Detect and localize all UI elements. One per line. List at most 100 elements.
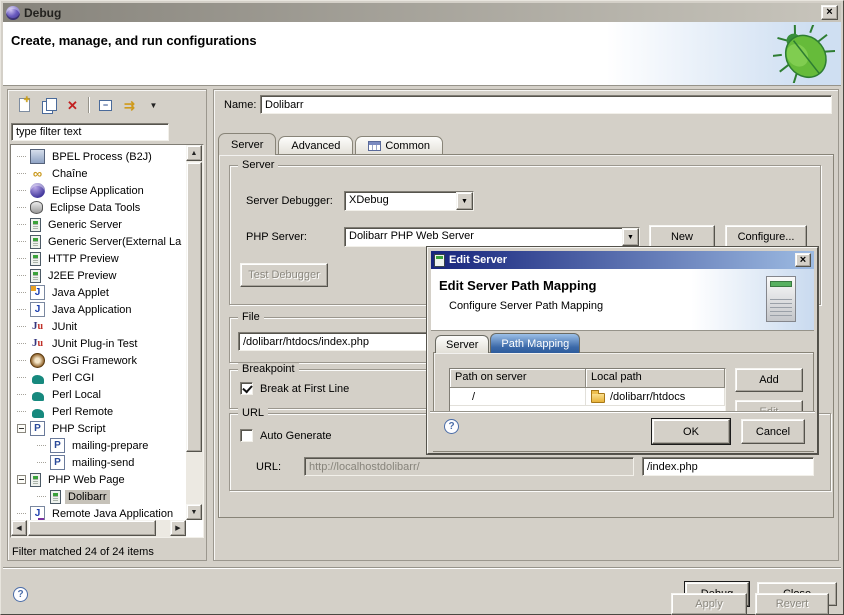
- expander-icon[interactable]: [17, 309, 26, 310]
- config-tree-rows: BPEL Process (B2J) Chaîne Eclipse Applic…: [11, 145, 186, 520]
- duplicate-configuration-icon[interactable]: [40, 97, 57, 113]
- expander-icon[interactable]: [17, 424, 26, 433]
- configure-server-button[interactable]: Configure...: [725, 225, 807, 248]
- url-label: URL:: [256, 461, 281, 473]
- dialog-help-icon[interactable]: ?: [444, 419, 459, 434]
- delete-configuration-icon[interactable]: ✕: [64, 97, 81, 113]
- tree-item[interactable]: Remote Java Application: [11, 505, 186, 520]
- tree-vertical-scrollbar[interactable]: ▲ ▼: [186, 145, 203, 520]
- tree-item[interactable]: PHP Web Page: [11, 471, 186, 488]
- tree-item[interactable]: OSGi Framework: [11, 352, 186, 369]
- tree-item[interactable]: Perl CGI: [11, 369, 186, 386]
- expander-icon[interactable]: [17, 224, 26, 225]
- tab-advanced[interactable]: Advanced: [278, 136, 353, 155]
- tree-item[interactable]: Perl Remote: [11, 403, 186, 420]
- expander-icon[interactable]: [17, 475, 26, 484]
- filter-menu-caret-icon[interactable]: ▼: [145, 97, 162, 113]
- tree-item[interactable]: Chaîne: [11, 165, 186, 182]
- test-debugger-button[interactable]: Test Debugger: [240, 263, 328, 287]
- name-input[interactable]: Dolibarr: [260, 95, 832, 114]
- scroll-up-icon[interactable]: ▲: [186, 145, 202, 161]
- edit-server-titlebar[interactable]: Edit Server ×: [431, 251, 814, 269]
- expander-icon[interactable]: [17, 411, 26, 412]
- column-local-path[interactable]: Local path: [586, 369, 725, 388]
- tree-item[interactable]: Eclipse Data Tools: [11, 199, 186, 216]
- filter-input[interactable]: type filter text: [11, 123, 169, 141]
- expander-icon[interactable]: [37, 496, 46, 497]
- tree-item[interactable]: JUnit Plug-in Test: [11, 335, 186, 352]
- new-configuration-icon[interactable]: +: [16, 97, 33, 113]
- break-first-line-checkbox[interactable]: [240, 382, 253, 395]
- tree-item[interactable]: mailing-prepare: [11, 437, 186, 454]
- dropdown-arrow-icon[interactable]: ▼: [456, 192, 473, 210]
- column-path-on-server[interactable]: Path on server: [450, 369, 586, 388]
- expander-icon[interactable]: [17, 292, 26, 293]
- expander-icon[interactable]: [17, 190, 26, 191]
- php-icon: [30, 421, 45, 436]
- scroll-left-icon[interactable]: ◀: [11, 520, 27, 536]
- tree-item[interactable]: Generic Server(External La: [11, 233, 186, 250]
- add-mapping-button[interactable]: Add: [735, 368, 803, 392]
- new-server-button[interactable]: New: [649, 225, 715, 248]
- server-debugger-select[interactable]: XDebug ▼: [344, 191, 474, 211]
- revert-button[interactable]: Revert: [755, 593, 829, 615]
- path-mapping-table[interactable]: Path on server Local path / /dolibarr/ht…: [449, 368, 726, 414]
- expander-icon[interactable]: [17, 326, 26, 327]
- scroll-right-icon[interactable]: ▶: [170, 520, 186, 536]
- expander-icon[interactable]: [17, 173, 26, 174]
- ok-button[interactable]: OK: [652, 419, 730, 444]
- window-close-button[interactable]: ×: [821, 5, 838, 20]
- server-icon: [30, 269, 41, 283]
- tree-item[interactable]: Generic Server: [11, 216, 186, 233]
- edit-server-close-button[interactable]: ×: [795, 253, 811, 267]
- expander-icon[interactable]: [17, 207, 26, 208]
- expander-icon[interactable]: [17, 513, 26, 514]
- expander-icon[interactable]: [37, 445, 46, 446]
- tree-item[interactable]: PHP Script: [11, 420, 186, 437]
- expander-icon[interactable]: [17, 258, 26, 259]
- tree-item[interactable]: Perl Local: [11, 386, 186, 403]
- window-titlebar[interactable]: Debug ×: [3, 3, 841, 22]
- mapping-table-row[interactable]: / /dolibarr/htdocs: [450, 388, 725, 406]
- tab-path-mapping[interactable]: Path Mapping: [490, 333, 580, 353]
- tree-item[interactable]: Eclipse Application: [11, 182, 186, 199]
- tree-item[interactable]: Java Applet: [11, 284, 186, 301]
- cancel-button[interactable]: Cancel: [741, 419, 805, 444]
- mapping-table-header: Path on server Local path: [450, 369, 725, 388]
- tree-item[interactable]: J2EE Preview: [11, 267, 186, 284]
- tree-item-label: mailing-send: [69, 456, 137, 470]
- filter-configurations-icon[interactable]: ⇉: [121, 97, 138, 113]
- expander-icon[interactable]: [17, 377, 26, 378]
- dropdown-arrow-icon[interactable]: ▼: [622, 228, 639, 246]
- expander-icon[interactable]: [37, 462, 46, 463]
- tree-item[interactable]: BPEL Process (B2J): [11, 148, 186, 165]
- expander-icon[interactable]: [17, 241, 26, 242]
- edit-server-tabs: Server Path Mapping: [435, 333, 581, 353]
- tab-server[interactable]: Server: [218, 133, 276, 155]
- expander-icon[interactable]: [17, 275, 26, 276]
- url-path-input[interactable]: /index.php: [642, 457, 814, 476]
- tree-horizontal-scrollbar[interactable]: ◀ ▶: [11, 520, 186, 537]
- php-server-select[interactable]: Dolibarr PHP Web Server ▼: [344, 227, 640, 247]
- tree-item[interactable]: JUnit: [11, 318, 186, 335]
- horizontal-scroll-thumb[interactable]: [28, 520, 156, 536]
- tree-item[interactable]: mailing-send: [11, 454, 186, 471]
- help-icon[interactable]: ?: [13, 587, 28, 602]
- tree-item[interactable]: Java Application: [11, 301, 186, 318]
- auto-generate-checkbox[interactable]: [240, 429, 253, 442]
- expander-icon[interactable]: [17, 394, 26, 395]
- tab-server-settings[interactable]: Server: [435, 335, 489, 353]
- url-base-input[interactable]: http://localhostdolibarr/: [304, 457, 634, 476]
- java-icon: [30, 302, 45, 317]
- vertical-scroll-thumb[interactable]: [186, 162, 202, 452]
- expander-icon[interactable]: [17, 343, 26, 344]
- tree-item[interactable]: Dolibarr: [11, 488, 186, 505]
- window-title: Debug: [24, 6, 61, 20]
- tree-item[interactable]: HTTP Preview: [11, 250, 186, 267]
- collapse-all-icon[interactable]: −: [97, 97, 114, 113]
- expander-icon[interactable]: [17, 360, 26, 361]
- scroll-down-icon[interactable]: ▼: [186, 504, 202, 520]
- apply-button[interactable]: Apply: [671, 593, 747, 615]
- tab-common[interactable]: Common: [355, 136, 443, 155]
- expander-icon[interactable]: [17, 156, 26, 157]
